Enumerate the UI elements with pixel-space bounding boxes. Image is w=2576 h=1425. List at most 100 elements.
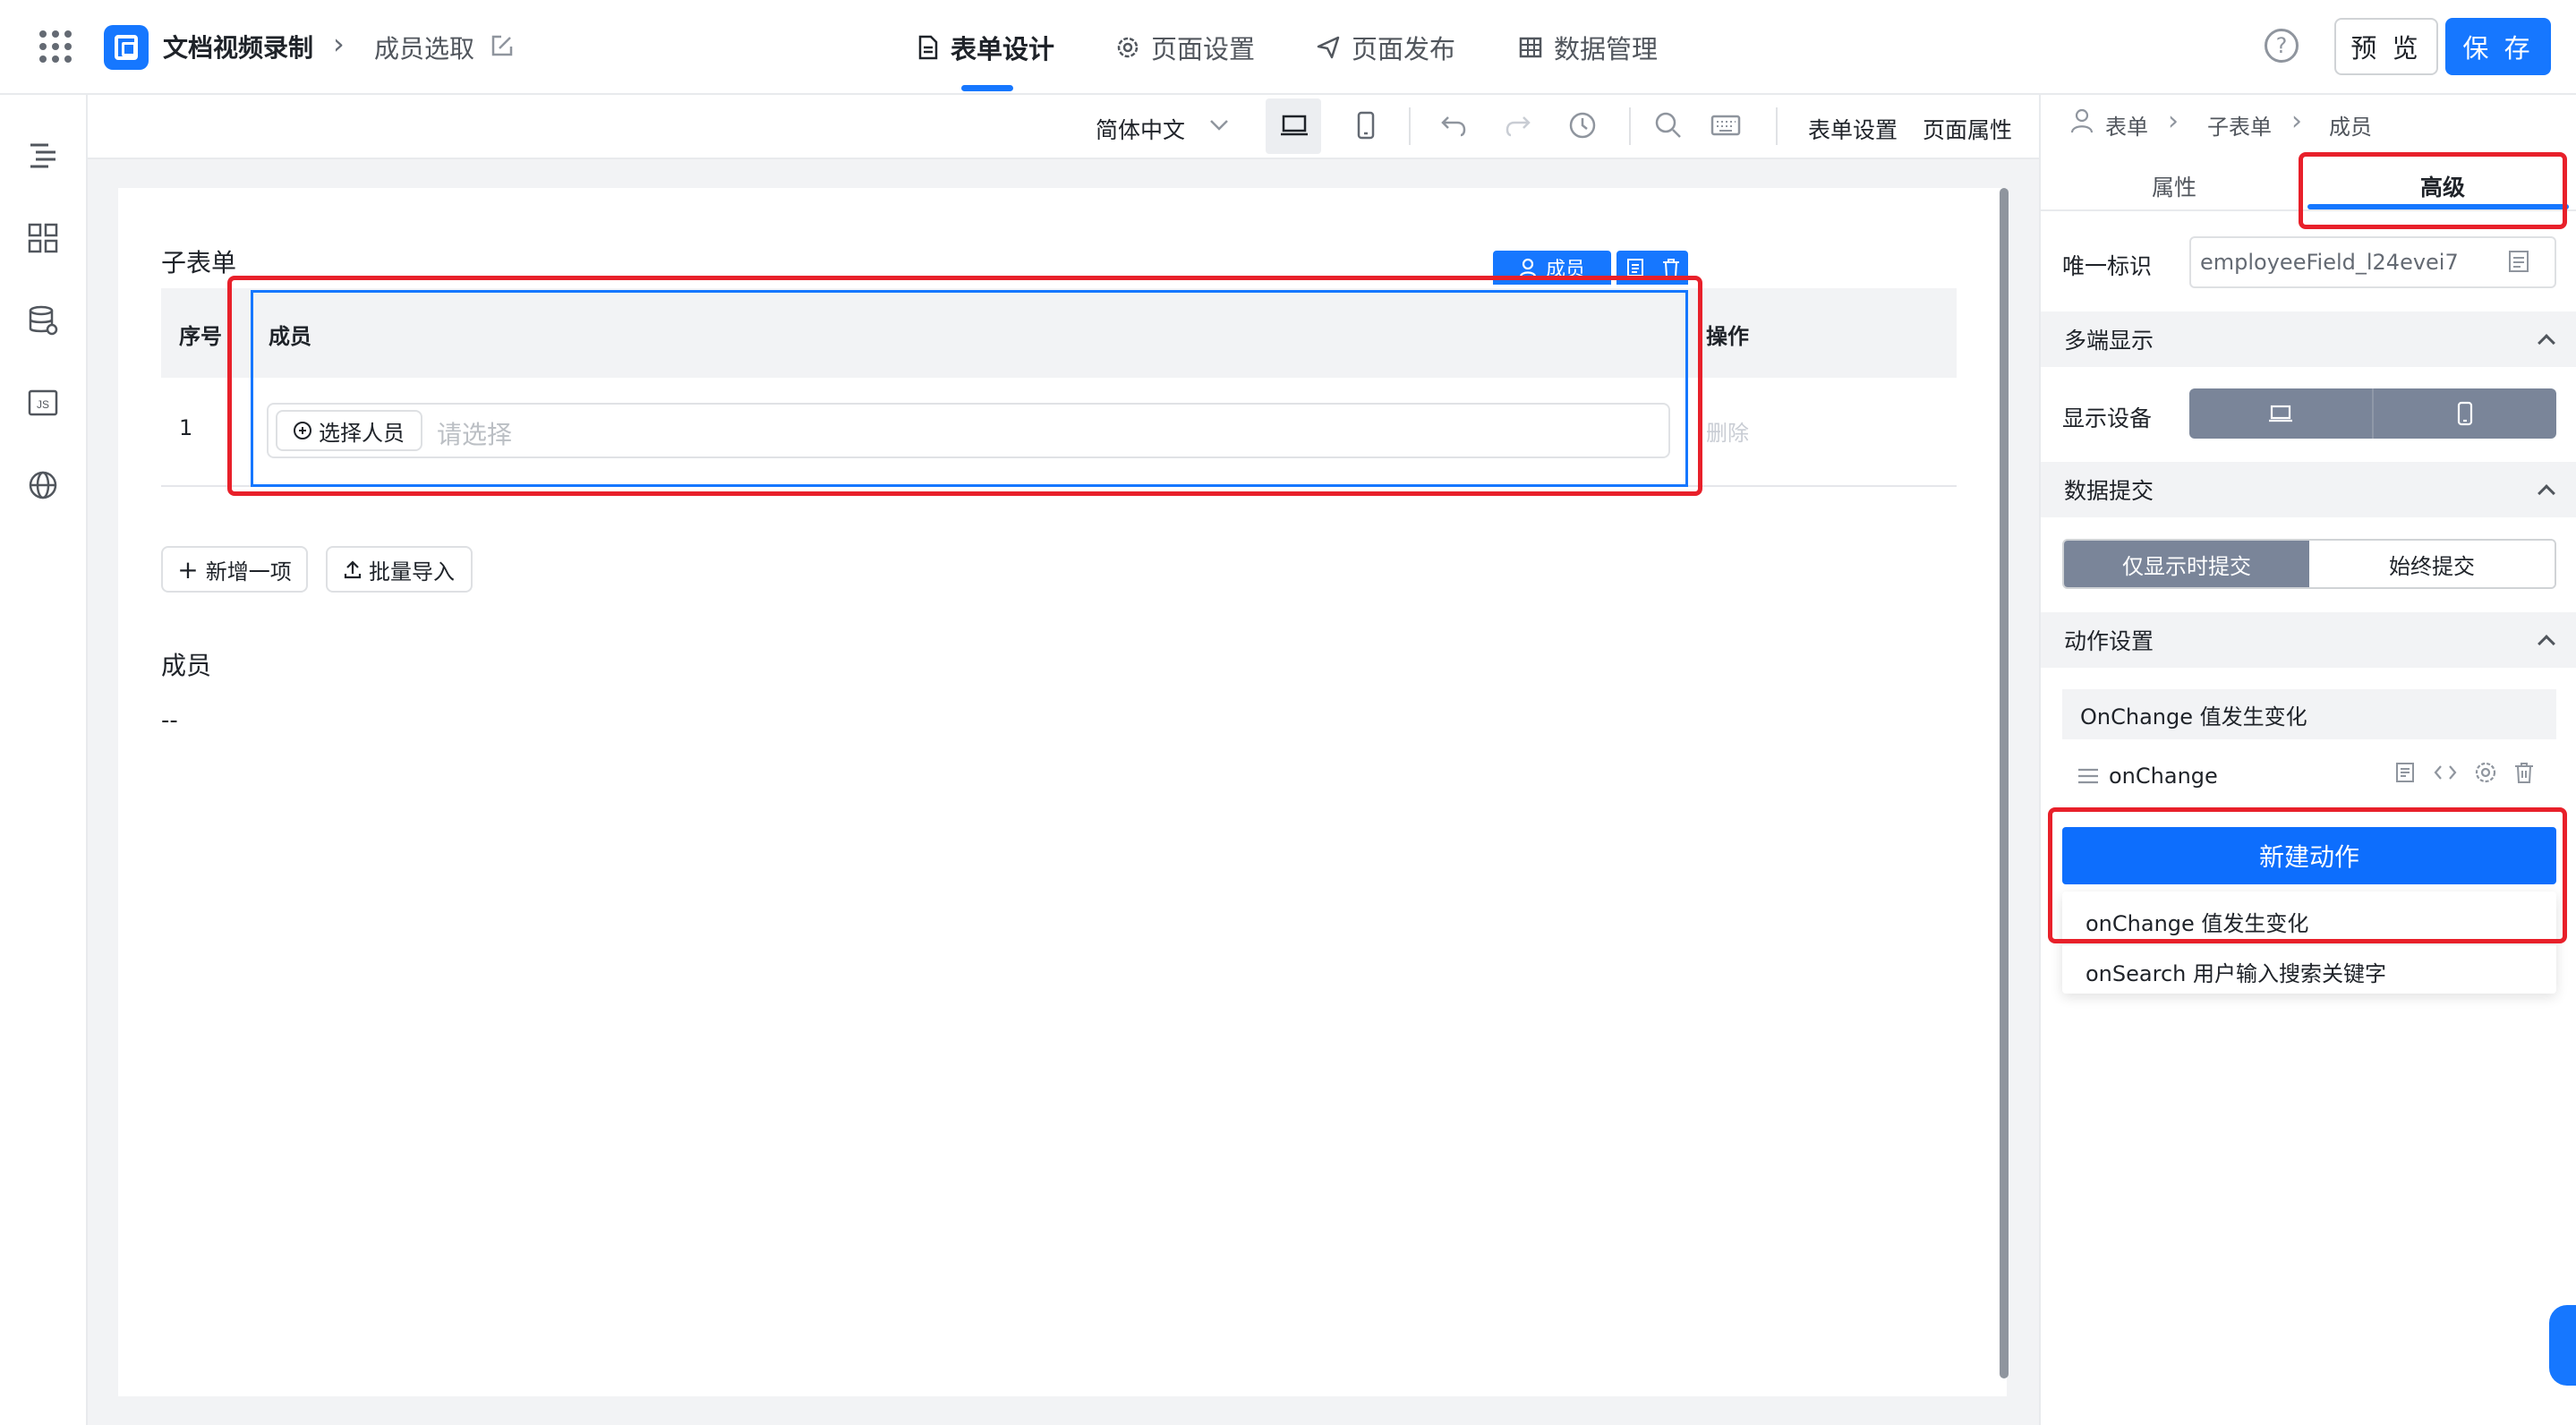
app-grid-icon[interactable] — [39, 30, 72, 63]
page-properties-link[interactable]: 页面属性 — [1923, 113, 2012, 145]
gear-icon — [1117, 37, 1139, 58]
device-desktop-option[interactable] — [2189, 388, 2374, 439]
desktop-icon[interactable] — [1278, 109, 1310, 141]
gear-icon[interactable] — [2474, 761, 2497, 784]
handler-tools — [2393, 761, 2535, 784]
row-index: 1 — [179, 415, 193, 440]
breadcrumb-subform[interactable]: 子表单 — [2207, 109, 2272, 141]
tab-page-settings[interactable]: 页面设置 — [1115, 29, 1255, 66]
toolbar-divider — [1776, 107, 1778, 145]
tab-label: 表单设计 — [951, 34, 1055, 64]
tab-label: 页面设置 — [1151, 34, 1256, 64]
search-icon[interactable] — [1652, 109, 1685, 141]
event-header: OnChange 值发生变化 — [2062, 689, 2556, 739]
app-logo-icon — [104, 25, 149, 70]
tab-page-publish[interactable]: 页面发布 — [1316, 29, 1455, 66]
components-icon[interactable] — [25, 220, 61, 256]
left-sidebar — [0, 95, 88, 1425]
document-icon — [918, 35, 938, 60]
outline-icon[interactable] — [25, 138, 61, 174]
undo-icon[interactable] — [1437, 109, 1470, 141]
display-device-label: 显示设备 — [2062, 405, 2153, 431]
display-device-toggle — [2189, 388, 2556, 439]
canvas-toolbar — [88, 95, 2039, 159]
form-settings-link[interactable]: 表单设置 — [1808, 113, 1898, 145]
member-field-label: 成员 — [161, 651, 212, 680]
canvas-scrollbar[interactable] — [2000, 188, 2009, 1378]
chevron-right-icon: › — [2291, 106, 2302, 137]
highlight-box-advanced-tab — [2299, 152, 2567, 229]
drag-handle-icon[interactable] — [2077, 766, 2100, 786]
edit-icon[interactable] — [489, 32, 516, 59]
tab-label: 数据管理 — [1554, 34, 1659, 64]
send-icon — [1317, 36, 1340, 59]
table-icon — [1519, 37, 1542, 58]
always-submit-option[interactable]: 始终提交 — [2309, 541, 2555, 587]
delete-row-link[interactable]: 删除 — [1706, 415, 1749, 447]
language-select[interactable]: 简体中文 — [1096, 113, 1185, 145]
add-item-button[interactable]: + 新增一项 — [161, 546, 308, 593]
user-icon — [2070, 108, 2094, 133]
column-header-actions: 操作 — [1706, 324, 1749, 349]
trash-icon[interactable] — [2513, 761, 2535, 784]
help-icon[interactable]: ? — [2265, 29, 2299, 63]
chevron-down-icon[interactable] — [1208, 118, 1230, 132]
datasource-icon[interactable] — [25, 303, 61, 338]
copy-icon[interactable] — [2393, 761, 2417, 784]
batch-import-label: 批量导入 — [369, 559, 455, 585]
section-data-submit[interactable]: 数据提交 — [2041, 462, 2576, 517]
keyboard-icon[interactable] — [1710, 109, 1742, 141]
chevron-up-icon — [2538, 334, 2555, 352]
toolbar-divider — [1629, 107, 1631, 145]
handler-name: onChange — [2109, 764, 2218, 789]
chevron-up-icon — [2538, 484, 2555, 502]
preview-button[interactable]: 预 览 — [2334, 18, 2438, 75]
section-multi-display[interactable]: 多端显示 — [2041, 311, 2576, 367]
desktop-icon — [2269, 405, 2292, 422]
unique-id-value: employeeField_l24evei7 — [2200, 250, 2459, 275]
highlight-box-new-action — [2048, 807, 2567, 943]
js-icon[interactable]: JS — [25, 385, 61, 421]
page-name[interactable]: 成员选取 — [374, 30, 474, 65]
section-title: 动作设置 — [2064, 628, 2154, 654]
app-name[interactable]: 文档视频录制 — [163, 29, 313, 64]
section-action-settings[interactable]: 动作设置 — [2041, 612, 2576, 668]
column-header-index: 序号 — [179, 324, 222, 349]
tab-label: 页面发布 — [1352, 34, 1456, 64]
user-icon — [1519, 258, 1537, 277]
chat-icon[interactable] — [2549, 1305, 2576, 1386]
section-title: 多端显示 — [2064, 328, 2154, 354]
highlight-box-selected-field — [227, 276, 1702, 496]
plus-icon: + — [177, 554, 199, 585]
tab-properties[interactable]: 属性 — [2152, 170, 2196, 202]
svg-text:JS: JS — [37, 398, 49, 411]
unique-id-label: 唯一标识 — [2062, 253, 2153, 279]
mobile-icon — [2457, 401, 2473, 426]
upload-icon — [344, 560, 362, 579]
copy-icon[interactable] — [2506, 249, 2531, 274]
submit-when-visible-option[interactable]: 仅显示时提交 — [2064, 541, 2309, 587]
tab-data-management[interactable]: 数据管理 — [1518, 29, 1658, 66]
submit-mode-toggle: 仅显示时提交 始终提交 — [2062, 539, 2556, 589]
redo-icon[interactable] — [1502, 109, 1534, 141]
active-tab-indicator — [961, 85, 1013, 91]
history-icon[interactable] — [1566, 109, 1599, 141]
tab-form-design[interactable]: 表单设计 — [917, 29, 1054, 66]
member-field-value: -- — [161, 707, 178, 734]
code-icon[interactable] — [2433, 761, 2458, 784]
chevron-up-icon — [2538, 635, 2555, 653]
batch-import-button[interactable]: 批量导入 — [326, 546, 473, 593]
breadcrumb-member[interactable]: 成员 — [2329, 109, 2372, 141]
globe-icon[interactable] — [25, 467, 61, 503]
toolbar-divider — [1409, 107, 1411, 145]
save-button[interactable]: 保 存 — [2445, 18, 2551, 75]
device-mobile-option[interactable] — [2374, 388, 2556, 439]
breadcrumb-form[interactable]: 表单 — [2105, 109, 2148, 141]
dropdown-divider — [2062, 943, 2556, 945]
add-item-label: 新增一项 — [205, 559, 292, 585]
section-title: 数据提交 — [2064, 478, 2154, 504]
unique-id-field[interactable]: employeeField_l24evei7 — [2189, 236, 2556, 288]
chevron-right-icon: › — [333, 27, 345, 61]
dropdown-item-onsearch[interactable]: onSearch 用户输入搜索关键字 — [2086, 956, 2386, 987]
mobile-icon[interactable] — [1350, 109, 1382, 141]
